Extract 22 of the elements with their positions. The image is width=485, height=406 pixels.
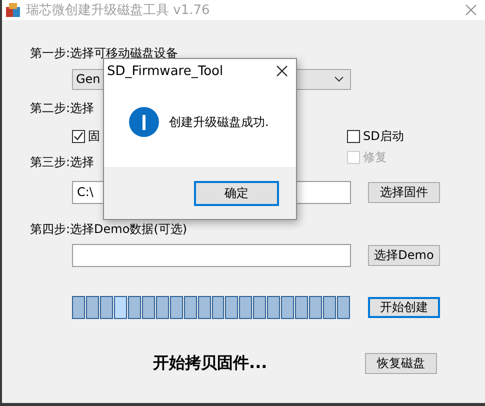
restore-disk-button[interactable]: 恢复磁盘	[365, 352, 437, 374]
dialog-message: 创建升级磁盘成功.	[169, 114, 269, 130]
checkbox-label: 修复	[363, 149, 387, 166]
step-label: 第三步:选择	[30, 154, 96, 170]
dialog-title: SD_Firmware_Tool	[107, 64, 224, 78]
select-firmware-button[interactable]: 选择固件	[368, 182, 440, 202]
close-icon[interactable]	[276, 65, 288, 77]
chevron-icon	[334, 76, 344, 82]
step-label: 第四步:选择Demo数据(可选)	[30, 221, 188, 237]
status-text: 开始拷贝固件...	[153, 352, 268, 374]
checkbox[interactable]	[72, 130, 85, 142]
start-create-button[interactable]: 开始创建	[368, 296, 440, 318]
app-icon	[6, 3, 20, 17]
checkbox[interactable]	[347, 130, 360, 142]
step-label: 第二步:选择	[30, 100, 94, 116]
window-title: 瑞芯微创建升级磁盘工具 v1.76	[26, 2, 211, 19]
checkbox-label: 固	[88, 128, 100, 144]
ok-button[interactable]: 确定	[194, 180, 279, 206]
info-icon	[129, 107, 159, 137]
select-demo-button[interactable]: 选择Demo	[368, 244, 440, 266]
checkbox-label: SD启动	[363, 128, 404, 144]
demo-path-field[interactable]	[72, 244, 351, 266]
